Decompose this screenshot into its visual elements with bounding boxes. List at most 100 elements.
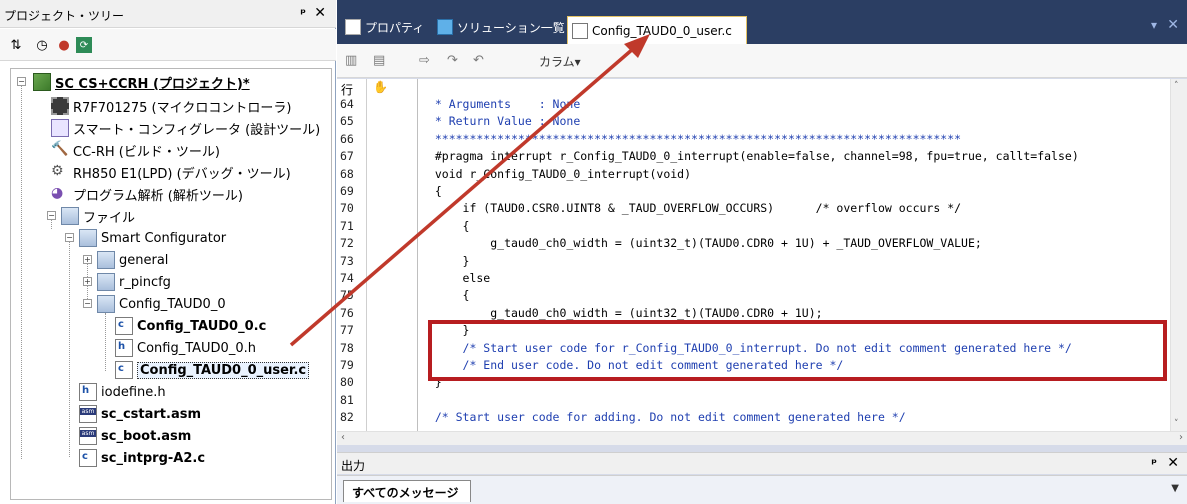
pin-icon[interactable]: ᵖ <box>300 6 306 20</box>
debug-tool-icon: ⚙ <box>51 163 64 179</box>
line-number: 75 <box>340 288 354 303</box>
project-tree-toolbar: ⇅ ◷ ● ⟳ <box>0 29 336 61</box>
output-tab-bar: すべてのメッセージ ▼ <box>337 475 1187 504</box>
tree-file-sc-cstart[interactable]: sc_cstart.asm <box>79 403 201 425</box>
tree-item-program-analysis[interactable]: ◕ プログラム解析 (解析ツール) <box>51 183 243 205</box>
tree-item-build-tool[interactable]: 🔨 CC-RH (ビルド・ツール) <box>51 139 220 161</box>
output-title: 出力 <box>341 459 366 473</box>
clock-icon[interactable]: ◷ <box>34 37 50 53</box>
close-icon[interactable]: ✕ <box>1167 17 1179 33</box>
column-menu-button[interactable]: カラム▾ <box>539 53 581 70</box>
code-line: g_taud0_ch0_width = (uint32_t)(TAUD0.CDR… <box>421 236 982 251</box>
scroll-up-icon[interactable]: ˄ <box>1174 81 1179 91</box>
collapse-toggle[interactable]: − <box>17 77 26 86</box>
bookmark-next-icon[interactable]: ▤ <box>373 53 385 68</box>
marker-gutter <box>368 79 418 445</box>
tree-item-label: スマート・コンフィグレータ (設計ツール) <box>73 122 321 138</box>
collapse-toggle[interactable]: − <box>83 299 92 308</box>
close-icon[interactable]: ✕ <box>314 5 326 21</box>
project-icon <box>33 73 51 91</box>
project-name: SC CS+CCRH (プロジェクト)* <box>55 76 250 92</box>
bookmark-icon[interactable]: ▥ <box>345 53 357 68</box>
tree-item-smart-configurator-tool[interactable]: スマート・コンフィグレータ (設計ツール) <box>51 117 320 139</box>
expand-toggle[interactable]: + <box>83 255 92 264</box>
editor-toolbar: ▥ ▤ ⇨ ↷ ↶ カラム▾ <box>337 44 1187 78</box>
folder-icon <box>97 273 115 291</box>
tree-file-sc-boot[interactable]: sc_boot.asm <box>79 425 191 447</box>
tree-folder-files[interactable]: ファイル <box>61 205 135 227</box>
tree-file-config-h[interactable]: Config_TAUD0_0.h <box>115 337 256 359</box>
folder-icon <box>61 207 79 225</box>
code-line: { <box>421 184 442 198</box>
vertical-scrollbar[interactable]: ˄ ˅ <box>1170 79 1187 431</box>
line-number: 73 <box>340 253 354 268</box>
horizontal-scrollbar[interactable]: ‹ › <box>337 431 1187 445</box>
tab-all-messages[interactable]: すべてのメッセージ <box>343 480 472 502</box>
smart-configurator-icon <box>51 119 69 137</box>
tree-item-microcontroller[interactable]: R7F701275 (マイクロコントローラ) <box>51 95 291 117</box>
highlight-box <box>428 320 1167 381</box>
project-tree-title: プロジェクト・ツリー <box>4 9 125 23</box>
asm-file-icon <box>79 427 97 445</box>
c-file-icon <box>79 449 97 467</box>
undo-icon[interactable]: ↶ <box>473 53 484 68</box>
code-line: { <box>421 218 470 233</box>
chevron-down-icon[interactable]: ▾ <box>1151 18 1157 32</box>
code-line: { <box>421 288 470 303</box>
tab-properties[interactable]: プロパティ <box>341 14 424 40</box>
line-number: 82 <box>340 410 354 425</box>
line-number: 67 <box>340 149 354 164</box>
tree-item-label: ファイル <box>83 210 136 226</box>
scroll-right-icon[interactable]: › <box>1179 432 1183 443</box>
pin-icon[interactable]: ᵖ <box>1151 456 1157 470</box>
tree-item-label: R7F701275 (マイクロコントローラ) <box>73 100 292 116</box>
chevron-down-icon[interactable]: ▼ <box>1171 483 1179 494</box>
tree-project-root[interactable]: SC CS+CCRH (プロジェクト)* <box>33 71 250 93</box>
user-icon[interactable]: ● <box>56 37 72 53</box>
tree-folder-r-pincfg[interactable]: r_pincfg <box>97 271 171 293</box>
tree-folder-general[interactable]: general <box>97 249 168 271</box>
c-file-icon <box>115 317 133 335</box>
tree-file-config-c[interactable]: Config_TAUD0_0.c <box>115 315 266 337</box>
scroll-left-icon[interactable]: ‹ <box>341 432 345 443</box>
tab-config-user-c[interactable]: Config_TAUD0_0_user.c <box>567 16 747 44</box>
microcontroller-icon <box>51 97 69 115</box>
tree-item-label: r_pincfg <box>119 274 171 290</box>
jump-arrow-icon[interactable]: ⇨ <box>419 53 430 68</box>
tree-item-debug-tool[interactable]: ⚙ RH850 E1(LPD) (デバッグ・ツール) <box>51 161 291 183</box>
tree-item-label: Config_TAUD0_0.h <box>137 340 256 356</box>
tree-item-label: iodefine.h <box>101 384 166 400</box>
collapse-toggle[interactable]: − <box>47 211 56 220</box>
analysis-icon: ◕ <box>51 185 64 201</box>
sort-icon[interactable]: ⇅ <box>8 37 24 53</box>
editor-panel: プロパティ ソリューション一覧 Config_TAUD0_0_user.c ▾ … <box>337 0 1187 504</box>
code-editor[interactable]: 行 ✋ 64 * Arguments : None 65 * Return Val… <box>337 79 1187 445</box>
line-number: 64 <box>340 97 354 111</box>
line-number: 65 <box>340 114 354 129</box>
line-number: 78 <box>340 340 354 355</box>
tree-item-label: Config_TAUD0_0_user.c <box>137 361 310 379</box>
tree-folder-smart-configurator[interactable]: Smart Configurator <box>79 227 226 249</box>
line-number: 74 <box>340 271 354 285</box>
tree-folder-config-taud0[interactable]: Config_TAUD0_0 <box>97 293 226 315</box>
tree-file-iodefine[interactable]: iodefine.h <box>79 381 166 403</box>
folder-icon <box>97 295 115 313</box>
tab-solution-list[interactable]: ソリューション一覧 <box>433 14 565 40</box>
tree-file-sc-intprg[interactable]: sc_intprg-A2.c <box>79 447 205 469</box>
close-icon[interactable]: ✕ <box>1167 455 1179 471</box>
redo-icon[interactable]: ↷ <box>447 53 458 68</box>
source-file-icon <box>572 22 588 39</box>
hammer-icon: 🔨 <box>51 141 69 157</box>
scroll-down-icon[interactable]: ˅ <box>1174 419 1179 429</box>
tree-file-config-user-c[interactable]: Config_TAUD0_0_user.c <box>115 359 310 381</box>
refresh-icon[interactable]: ⟳ <box>76 37 92 53</box>
line-number: 68 <box>340 166 354 181</box>
code-line: void r_Config_TAUD0_0_interrupt(void) <box>421 166 692 181</box>
code-line: } <box>421 253 470 268</box>
tree-item-label: sc_intprg-A2.c <box>101 450 206 466</box>
collapse-toggle[interactable]: − <box>65 233 74 242</box>
expand-toggle[interactable]: + <box>83 277 92 286</box>
tree-item-label: Config_TAUD0_0.c <box>137 318 267 334</box>
tree-item-label: Smart Configurator <box>101 230 227 246</box>
tab-label: ソリューション一覧 <box>457 20 565 35</box>
